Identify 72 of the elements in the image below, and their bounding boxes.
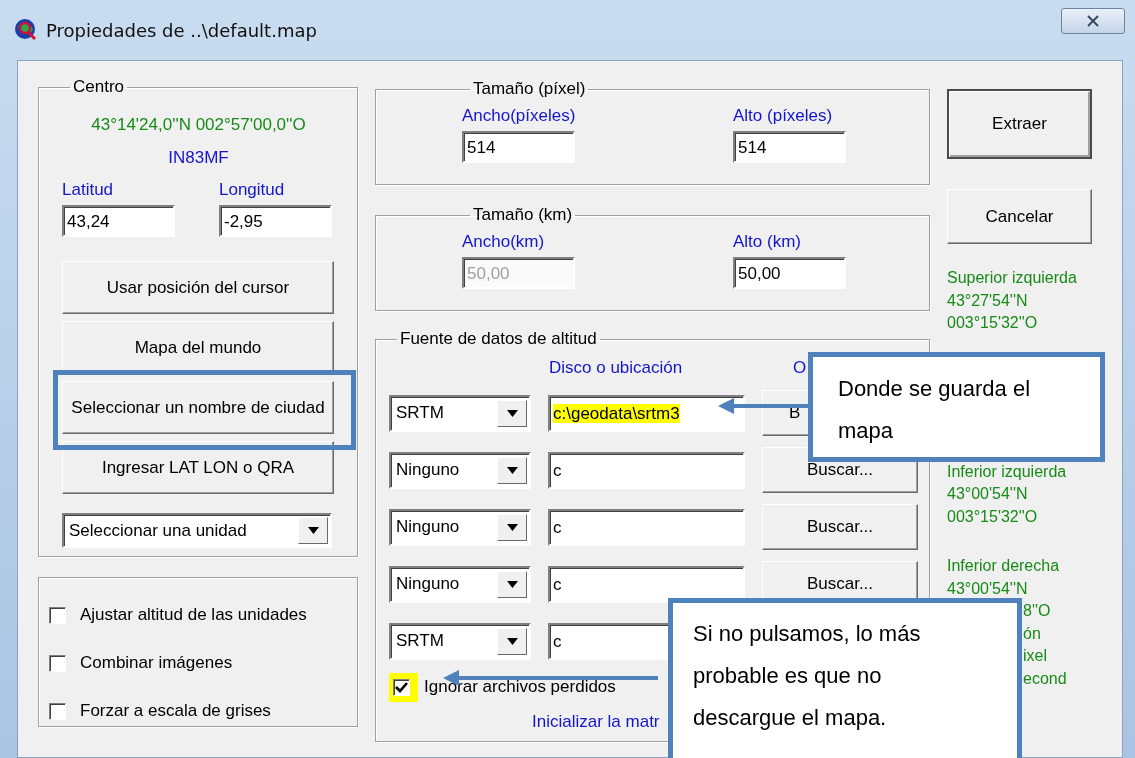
checkbox[interactable]	[49, 654, 66, 672]
caret-icon	[506, 409, 518, 417]
caret-icon	[506, 523, 518, 531]
callout-tooltip: Donde se guarda el mapa	[808, 352, 1105, 462]
path-field[interactable]: c	[548, 565, 745, 603]
text-field[interactable]: 50,00	[733, 257, 846, 289]
path-field[interactable]: c	[548, 508, 745, 546]
caret-icon	[307, 527, 319, 534]
checkbox[interactable]	[393, 678, 410, 696]
source-dropdown[interactable]: Ninguno	[389, 565, 531, 603]
checkbox-label: Forzar a escala de grises	[80, 701, 271, 721]
field-label: Ancho(km)	[462, 231, 546, 253]
coordinates-text: 43°14'24,0''N 002°57'00,0''O	[90, 114, 307, 136]
corner-coordinate-text: 43°27'54''N	[947, 290, 1029, 311]
dropdown-arrow-button[interactable]	[497, 513, 527, 541]
unit-dropdown[interactable]: Seleccionar una unidad	[62, 513, 332, 548]
corner-coordinate-text: Inferior derecha	[947, 556, 1061, 576]
text-field[interactable]: 514	[733, 131, 846, 163]
corner-coordinate-text: 8''O	[1023, 601, 1052, 621]
field-label: Ancho(píxeles)	[462, 105, 577, 127]
close-icon	[1086, 15, 1100, 27]
close-button[interactable]	[1061, 8, 1125, 34]
checkbox[interactable]	[49, 606, 66, 624]
group-title: Tamaño (píxel)	[472, 79, 587, 99]
corner-coordinate-text: ón	[1023, 623, 1042, 644]
caret-icon	[506, 466, 518, 474]
dropdown-arrow-button[interactable]	[497, 627, 527, 655]
field-label: Longitud	[219, 179, 286, 201]
checkbox-label: Ajustar altitud de las unidades	[80, 605, 307, 625]
callout-tooltip: Si no pulsamos, lo más probable es que no descargue el mapa.	[668, 598, 1022, 758]
corner-coordinate-text: 43°00'54''N	[947, 484, 1029, 504]
field-label: Alto (píxeles)	[733, 105, 834, 127]
browse-button[interactable]: Buscar...	[762, 504, 918, 550]
path-field[interactable]: c:\geodata\srtm3	[548, 394, 745, 432]
source-dropdown[interactable]: SRTM	[389, 622, 531, 660]
corner-coordinate-text: 43°00'54''N	[947, 578, 1029, 599]
column-header: Disco o ubicación	[549, 357, 684, 379]
text-field[interactable]: 514	[462, 131, 575, 163]
dropdown-arrow-button[interactable]	[497, 399, 527, 427]
corner-coordinate-text: 003°15'32''O	[947, 313, 1039, 333]
corner-coordinate-text: ixel	[1023, 646, 1048, 666]
dropdown-arrow-button[interactable]	[497, 570, 527, 598]
text-field[interactable]: -2,95	[219, 205, 332, 237]
source-dropdown[interactable]: Ninguno	[389, 508, 531, 546]
checkbox-label: Ignorar archivos perdidos	[424, 677, 616, 697]
corner-coordinate-text: Inferior izquierda	[947, 461, 1068, 482]
globe-magnifier-icon	[14, 18, 38, 42]
window-title: Propiedades de ..\default.map	[46, 19, 317, 41]
corner-coordinate-text: econd	[1023, 668, 1068, 689]
checkbox[interactable]	[49, 702, 66, 720]
locator-text: IN83MF	[167, 147, 230, 169]
dropdown-arrow-button[interactable]	[497, 456, 527, 484]
dropdown-arrow-button[interactable]	[298, 517, 328, 544]
action-button[interactable]: Cancelar	[947, 189, 1092, 244]
field-label: Latitud	[62, 179, 115, 201]
caret-icon	[506, 580, 518, 588]
group-title: Tamaño (km)	[472, 205, 574, 225]
action-button[interactable]: Extraer	[947, 89, 1092, 159]
path-field[interactable]: c	[548, 451, 745, 489]
text-field[interactable]: 43,24	[62, 205, 175, 237]
source-dropdown[interactable]: SRTM	[389, 394, 531, 432]
checkbox-label: Combinar imágenes	[80, 653, 233, 673]
group-title: Fuente de datos de altitud	[399, 329, 598, 349]
action-button[interactable]: Usar posición del cursor	[62, 261, 334, 314]
source-dropdown[interactable]: Ninguno	[389, 451, 531, 489]
corner-coordinate-text: 003°15'32''O	[947, 506, 1039, 527]
field-label: Alto (km)	[733, 231, 802, 253]
action-button[interactable]: Seleccionar un nombre de ciudad	[62, 381, 334, 434]
corner-coordinate-text: Superior izquierda	[947, 268, 1078, 288]
group-title: Centro	[72, 77, 126, 97]
column-header: O	[793, 357, 808, 379]
caret-icon	[506, 637, 518, 645]
